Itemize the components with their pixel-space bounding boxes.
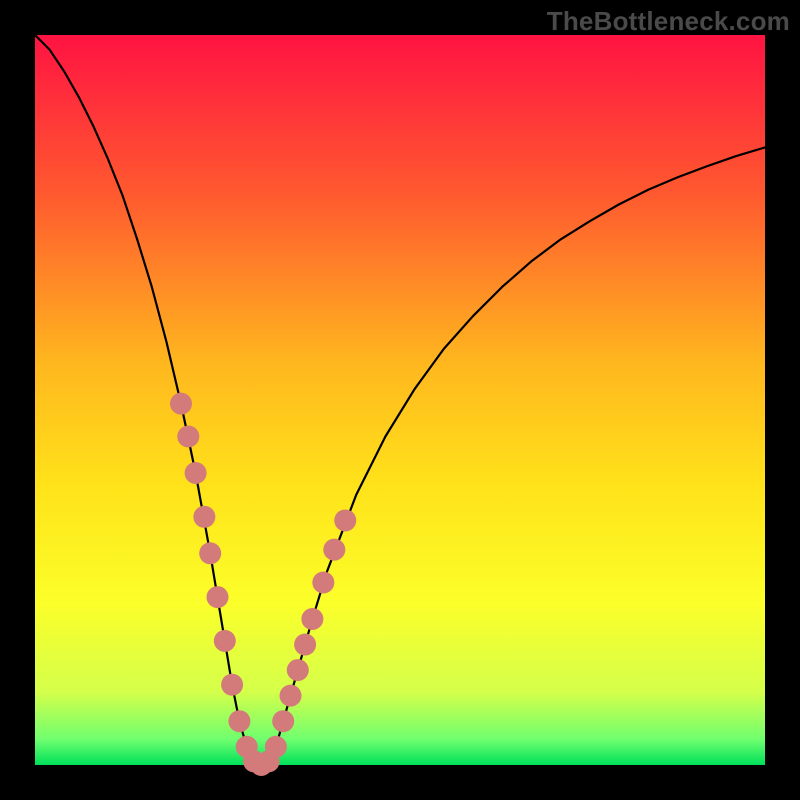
marker-dot xyxy=(214,630,236,652)
plot-background xyxy=(35,35,765,765)
marker-dot xyxy=(294,634,316,656)
marker-dot xyxy=(193,506,215,528)
watermark-text: TheBottleneck.com xyxy=(547,6,790,37)
marker-dot xyxy=(207,586,229,608)
marker-dot xyxy=(265,736,287,758)
marker-dot xyxy=(221,674,243,696)
marker-dot xyxy=(272,710,294,732)
marker-dot xyxy=(287,659,309,681)
marker-dot xyxy=(228,710,250,732)
marker-dot xyxy=(280,685,302,707)
marker-dot xyxy=(301,608,323,630)
marker-dot xyxy=(312,572,334,594)
marker-dot xyxy=(170,393,192,415)
marker-dot xyxy=(199,542,221,564)
chart-frame: TheBottleneck.com xyxy=(0,0,800,800)
marker-dot xyxy=(185,462,207,484)
bottleneck-chart xyxy=(0,0,800,800)
marker-dot xyxy=(323,539,345,561)
marker-dot xyxy=(177,426,199,448)
marker-dot xyxy=(334,509,356,531)
